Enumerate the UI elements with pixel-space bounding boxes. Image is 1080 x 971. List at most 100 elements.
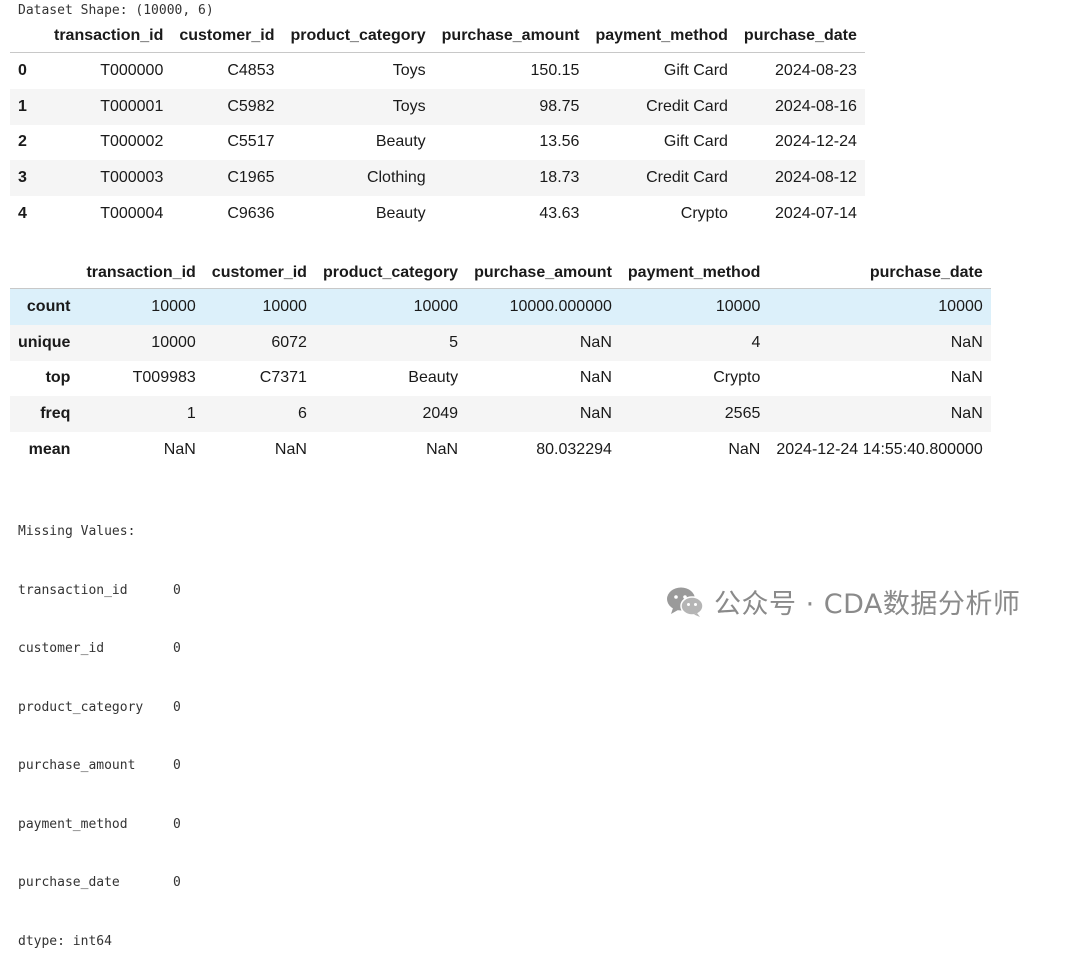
- table-cell: 2024-08-12: [775, 169, 857, 187]
- table-cell: 80.032294: [536, 441, 612, 459]
- column-header: purchase_amount: [466, 252, 620, 289]
- table-header-row: transaction_id customer_id product_categ…: [10, 252, 991, 289]
- table-cell: C5982: [227, 97, 275, 115]
- table-row: 4 T000004 C9636 Beauty 43.63 Crypto 2024…: [10, 196, 865, 232]
- table-row: unique 10000 6072 5 NaN 4 NaN: [10, 324, 991, 361]
- describe-dataframe-table: transaction_id customer_id product_categ…: [10, 252, 991, 468]
- table-cell: Beauty: [375, 205, 426, 223]
- table-row: 1 T000001 C5982 Toys 98.75 Credit Card 2…: [10, 88, 865, 125]
- table-cell: 150.15: [530, 61, 580, 79]
- missing-values-title: Missing Values:: [18, 524, 136, 539]
- table-cell: 2024-08-16: [775, 97, 857, 115]
- list-item: transaction_id 0: [18, 581, 181, 601]
- table-cell: T000003: [100, 169, 164, 187]
- table-cell: T000002: [100, 133, 164, 151]
- list-item: payment_method 0: [18, 815, 181, 835]
- index-header: [10, 252, 79, 289]
- table-cell: C5517: [227, 133, 275, 151]
- table-cell: 6: [298, 405, 307, 423]
- table-cell: 4: [751, 333, 761, 351]
- table-header-row: transaction_id customer_id product_categ…: [10, 20, 865, 53]
- missing-count: 0: [173, 758, 181, 773]
- table-cell: C1965: [227, 169, 275, 187]
- table-cell: NaN: [579, 333, 612, 351]
- column-header: purchase_date: [735, 20, 865, 53]
- table-cell: 2024-08-23: [775, 61, 857, 79]
- missing-count: 0: [173, 816, 181, 832]
- table-cell: 2049: [422, 405, 459, 423]
- list-item: customer_id 0: [18, 639, 181, 659]
- table-cell: Credit Card: [646, 169, 728, 187]
- table-cell: Crypto: [713, 369, 761, 387]
- table-cell: NaN: [163, 441, 196, 459]
- table-cell: 43.63: [539, 205, 580, 223]
- column-header: payment_method: [619, 252, 769, 289]
- column-header: transaction_id: [46, 20, 172, 53]
- table-cell: NaN: [950, 333, 983, 351]
- column-header: customer_id: [203, 252, 315, 289]
- table-row: 3 T000003 C1965 Clothing 18.73 Credit Ca…: [10, 160, 865, 197]
- table-cell: Crypto: [680, 205, 728, 223]
- table-row: top T009983 C7371 Beauty NaN Crypto NaN: [10, 361, 991, 397]
- table-row: 0 T000000 C4853 Toys 150.15 Gift Card 20…: [10, 53, 865, 89]
- table-cell: Beauty: [408, 369, 459, 387]
- table-cell: C9636: [227, 205, 275, 223]
- table-cell: NaN: [579, 405, 612, 423]
- row-index: 3: [18, 169, 27, 187]
- table-cell: Clothing: [366, 169, 426, 187]
- table-cell: T009983: [132, 369, 196, 387]
- list-item: purchase_amount 0: [18, 756, 181, 776]
- table-cell: NaN: [426, 441, 459, 459]
- column-header: purchase_date: [768, 252, 991, 289]
- table-cell: 2024-07-14: [775, 205, 857, 223]
- table-cell: Gift Card: [663, 133, 728, 151]
- table-cell: 2024-12-24: [775, 133, 857, 151]
- dtype-line: dtype: int64: [18, 933, 112, 949]
- field-name: transaction_id: [18, 582, 128, 598]
- table-cell: NaN: [950, 405, 983, 423]
- table-cell: NaN: [579, 369, 612, 387]
- table-cell: 10000: [151, 333, 196, 351]
- table-cell: Toys: [392, 61, 426, 79]
- table-row: mean NaN NaN NaN 80.032294 NaN 2024-12-2…: [10, 432, 991, 468]
- table-cell: 6072: [271, 333, 307, 351]
- column-header: customer_id: [171, 20, 283, 53]
- missing-count: 0: [173, 875, 181, 890]
- table-row: 2 T000002 C5517 Beauty 13.56 Gift Card 2…: [10, 125, 865, 161]
- table-cell: NaN: [950, 369, 983, 387]
- table-cell: 10000: [413, 297, 459, 315]
- table-cell: 2024-12-24 14:55:40.800000: [776, 441, 983, 459]
- field-name: purchase_date: [18, 875, 120, 890]
- column-header: product_category: [282, 20, 434, 53]
- table-cell: T000004: [100, 205, 164, 223]
- table-cell: Beauty: [375, 133, 426, 151]
- field-name: payment_method: [18, 816, 128, 832]
- row-index: 2: [18, 133, 27, 151]
- row-index: top: [45, 369, 71, 387]
- table-cell: NaN: [274, 441, 307, 459]
- column-header: purchase_amount: [433, 20, 588, 53]
- table-cell: 10000: [151, 297, 196, 315]
- row-index: 4: [18, 205, 27, 223]
- watermark-text: 公众号 · CDA数据分析师: [714, 589, 1021, 620]
- table-cell: C4853: [227, 61, 275, 79]
- table-cell: 2565: [724, 405, 761, 423]
- missing-values-output: Missing Values: transaction_id 0 customer…: [18, 483, 181, 971]
- missing-count: 0: [173, 699, 181, 715]
- row-index: unique: [18, 333, 71, 351]
- list-item: purchase_date 0: [18, 873, 181, 893]
- row-index: mean: [28, 441, 71, 459]
- column-header: transaction_id: [78, 252, 204, 289]
- missing-count: 0: [173, 582, 181, 598]
- row-index: freq: [40, 405, 71, 423]
- index-header: [10, 20, 46, 53]
- table-cell: Toys: [392, 97, 426, 115]
- table-cell: 13.56: [539, 133, 580, 151]
- table-cell: NaN: [728, 441, 761, 459]
- head-dataframe-table: transaction_id customer_id product_categ…: [10, 20, 865, 232]
- table-cell: 5: [449, 333, 459, 351]
- row-index: 0: [18, 61, 27, 79]
- list-item: product_category 0: [18, 698, 181, 718]
- table-cell: 10000: [938, 297, 983, 315]
- table-cell: 18.73: [539, 169, 580, 187]
